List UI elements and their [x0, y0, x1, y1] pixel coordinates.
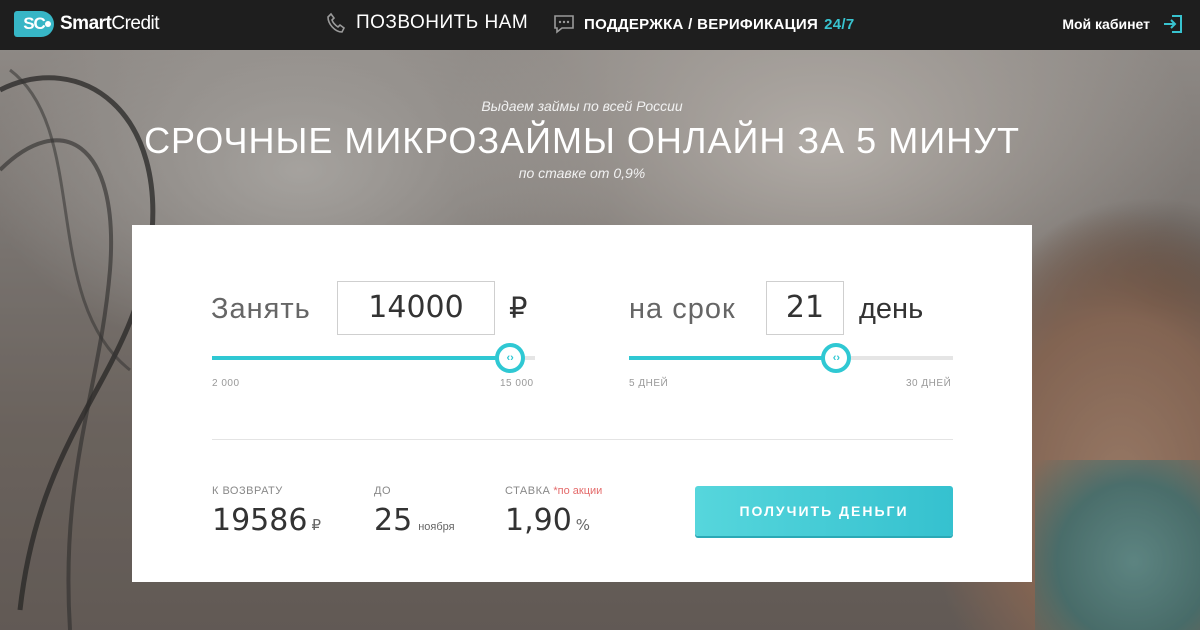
chat-icon: [554, 15, 574, 34]
logo-word-smart: Smart: [60, 13, 112, 34]
my-account-link[interactable]: Мой кабинет: [1062, 13, 1184, 35]
return-amount-value: 19586 ₽: [212, 503, 321, 538]
term-input[interactable]: 21: [766, 281, 844, 335]
support-label: ПОДДЕРЖКА / ВЕРИФИКАЦИЯ: [584, 15, 819, 33]
amount-input[interactable]: 14000: [337, 281, 495, 335]
term-max-label: 30 ДНЕЙ: [906, 378, 952, 389]
amount-min-label: 2 000: [212, 378, 240, 389]
term-label: на срок: [629, 293, 736, 325]
rate-label: СТАВКА *по акции: [505, 485, 602, 497]
logo-badge-text: SC: [23, 14, 46, 33]
due-date-value: 25 ноября: [374, 503, 455, 538]
term-slider-track[interactable]: [629, 356, 953, 360]
my-account-label: Мой кабинет: [1062, 16, 1150, 32]
term-unit: день: [859, 293, 924, 325]
amount-slider-handle[interactable]: ‹›: [495, 343, 526, 373]
logo-dot-icon: [45, 21, 51, 27]
rate-percent: %: [575, 516, 591, 534]
loan-calculator: Занять 14000 ₽ ‹› 2 000 15 000 на срок 2…: [132, 225, 1032, 582]
due-date-label: ДО: [374, 485, 392, 497]
get-money-button[interactable]: ПОЛУЧИТЬ ДЕНЬГИ: [695, 486, 953, 536]
handle-arrows-icon: ‹›: [506, 352, 514, 364]
support-link[interactable]: ПОДДЕРЖКА / ВЕРИФИКАЦИЯ 24/7: [553, 13, 855, 35]
term-min-label: 5 ДНЕЙ: [629, 378, 669, 389]
term-slider-handle[interactable]: ‹›: [821, 343, 852, 373]
amount-label: Занять: [211, 293, 311, 325]
return-amount-number: 19586: [212, 503, 308, 538]
phone-icon: [327, 12, 346, 33]
due-date-month: ноября: [418, 521, 455, 533]
support-hours: 24/7: [824, 15, 855, 33]
call-us-label: ПОЗВОНИТЬ НАМ: [356, 12, 529, 33]
page-title: СРОЧНЫЕ МИКРОЗАЙМЫ ОНЛАЙН ЗА 5 МИНУТ: [144, 120, 1020, 161]
logo-text: SmartCredit: [60, 13, 160, 35]
login-icon: [1164, 15, 1182, 33]
amount-slider-fill: [212, 356, 511, 360]
amount-max-label: 15 000: [500, 378, 534, 389]
handle-arrows-icon: ‹›: [832, 352, 841, 364]
amount-currency: ₽: [509, 293, 528, 325]
return-amount-currency: ₽: [311, 516, 321, 534]
rate-value: 1,90%: [505, 503, 590, 538]
logo[interactable]: SC SmartCredit: [14, 11, 160, 37]
return-amount-label: К ВОЗВРАТУ: [212, 485, 283, 497]
hero-subtitle: Выдаем займы по всей России: [481, 98, 683, 114]
term-slider-fill: [629, 356, 837, 360]
rate-label-text: СТАВКА: [505, 485, 551, 497]
divider: [212, 439, 953, 440]
due-date-day: 25: [374, 503, 413, 538]
rate-promo-note: *по акции: [553, 485, 603, 497]
rate-number: 1,90: [505, 503, 572, 538]
amount-slider-track[interactable]: [212, 356, 535, 360]
logo-word-credit: Credit: [111, 13, 160, 34]
call-us-link[interactable]: ПОЗВОНИТЬ НАМ: [326, 12, 528, 34]
logo-badge: SC: [14, 11, 54, 37]
site-header: SC SmartCredit ПОЗВОНИТЬ НАМ ПОДДЕРЖКА /…: [0, 0, 1200, 50]
hero-rate-note: по ставке от 0,9%: [518, 165, 646, 181]
